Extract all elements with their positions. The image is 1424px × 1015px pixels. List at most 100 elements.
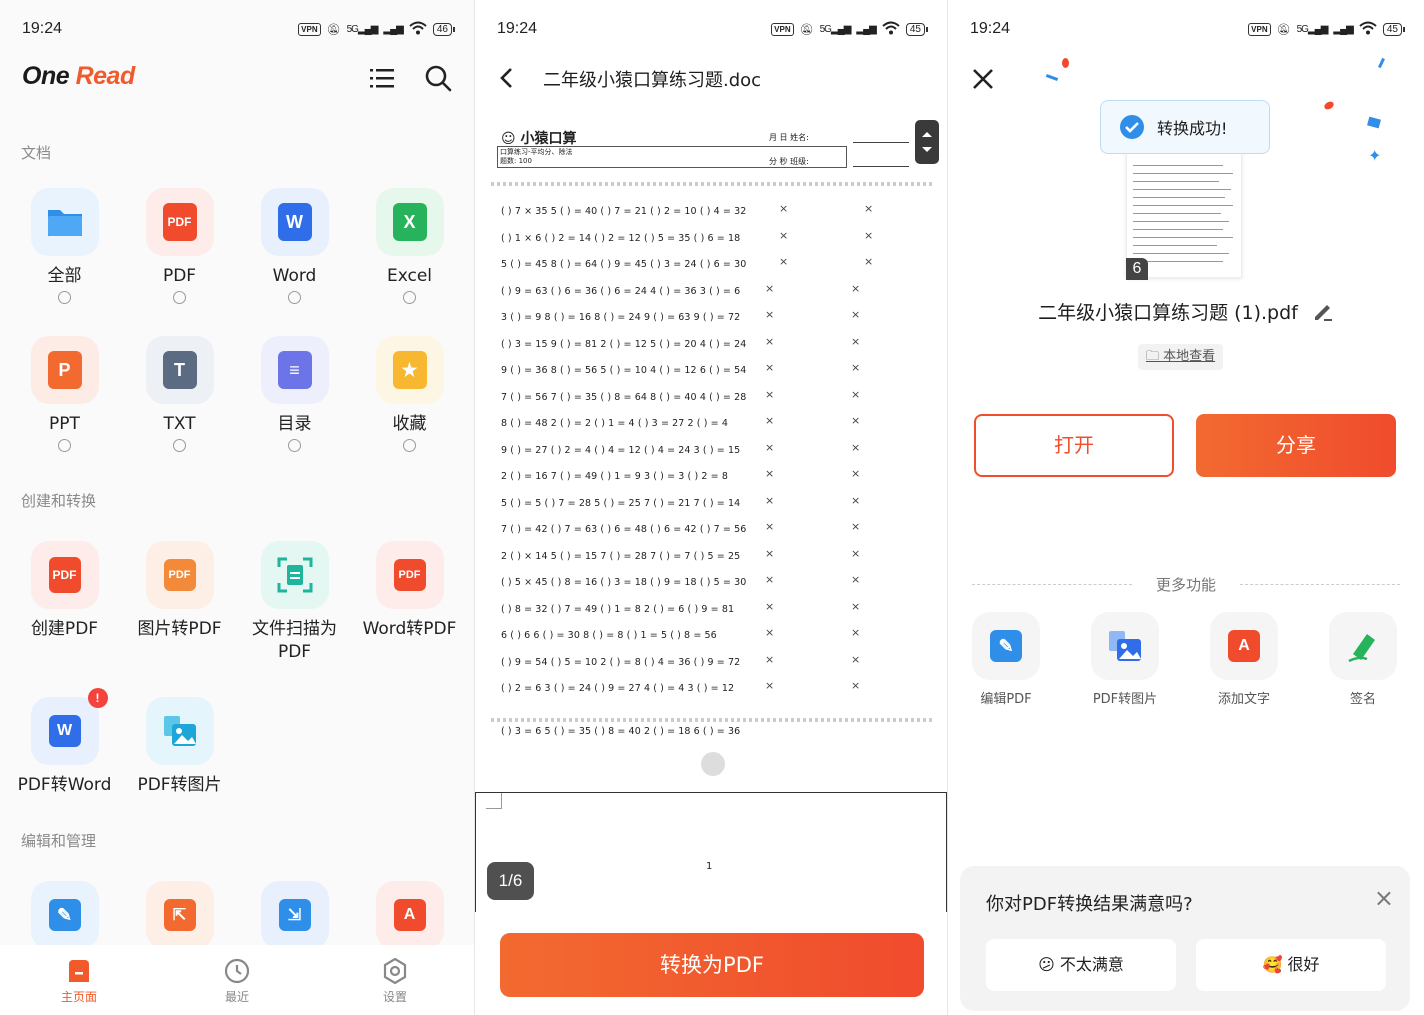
page-scroll-control[interactable] (915, 120, 939, 164)
page-footer-number: 1 (706, 861, 713, 872)
list-view-icon[interactable] (368, 64, 398, 94)
exercise-row: ( ) 2 = 6 3 ( ) = 24 ( ) 9 = 27 4 ( ) = … (501, 683, 735, 694)
tile-scan-to-pdf[interactable]: 文件扫描为PDF (237, 541, 352, 681)
exercise-row: 7 ( ) = 56 7 ( ) = 35 ( ) 8 = 64 8 ( ) =… (501, 391, 747, 403)
share-button[interactable]: 分享 (1196, 414, 1396, 477)
survey-question: 你对PDF转换结果满意吗? (986, 894, 1193, 915)
tile-all[interactable]: 全部 (7, 188, 122, 328)
output-filename: 二年级小猿口算练习题 (1).pdf (948, 298, 1424, 325)
radio-icon[interactable] (173, 291, 186, 304)
radio-icon[interactable] (58, 439, 71, 452)
wrong-mark: × (851, 467, 861, 480)
tile-label: 文件扫描为PDF (252, 619, 337, 662)
home-screen: 19:24 VPN 🔕︎ 5G▂▄▆ ▂▄▆ 46 One Read 文档 全部… (0, 0, 474, 1015)
radio-icon[interactable] (288, 291, 301, 304)
convert-to-pdf-button[interactable]: 转换为PDF (500, 933, 924, 997)
radio-icon[interactable] (173, 439, 186, 452)
exercise-row: ( ) 3 = 15 9 ( ) = 81 2 ( ) = 12 5 ( ) =… (501, 338, 747, 350)
tile-label: Word (272, 266, 317, 286)
survey-option-unsatisfied[interactable]: 😕 不太满意 (986, 939, 1176, 991)
status-time: 19:24 (497, 20, 538, 37)
signal2-icon: ▂▄▆ (383, 24, 403, 35)
radio-icon[interactable] (288, 439, 301, 452)
confetti-piece (1378, 57, 1385, 69)
word-icon: W (260, 188, 329, 256)
wrong-mark: × (765, 334, 775, 348)
class-label: 分 秒 班级: (769, 157, 809, 166)
tile-pdf-to-image[interactable]: PDF转图片 (122, 697, 237, 837)
open-button[interactable]: 打开 (974, 414, 1174, 477)
tile-word-to-pdf[interactable]: PDF Word转PDF (352, 541, 467, 681)
confetti-star: ✦ (1368, 146, 1382, 165)
tile-excel[interactable]: X Excel (352, 188, 467, 328)
nav-settings[interactable]: 设置 (316, 945, 474, 1015)
exercise-row: ( ) 7 × 35 5 ( ) = 40 ( ) 7 = 21 ( ) 2 =… (501, 206, 747, 217)
wrong-mark: × (851, 520, 861, 533)
convert-icon: ⇲ (260, 881, 329, 949)
survey-option-good[interactable]: 🥰 很好 (1196, 939, 1386, 991)
status-time: 19:24 (22, 20, 63, 37)
tile-ppt[interactable]: P PPT (7, 336, 122, 476)
exercise-row: 6 ( ) 6 6 ( ) = 30 8 ( ) = 8 ( ) 1 = 5 (… (501, 630, 717, 641)
tile-label: PDF (162, 266, 197, 286)
feature-add-text[interactable]: A 添加文字 (1204, 612, 1284, 707)
search-icon[interactable] (424, 64, 454, 94)
pdf-to-image-icon (145, 697, 214, 765)
wrong-mark: × (765, 520, 775, 533)
document-page[interactable]: ☺ 小猿口算 口算练习-平均分、除法 题数: 100 月 日 姓名: 分 秒 班… (489, 120, 937, 760)
check-icon (1120, 115, 1144, 139)
tile-favorites[interactable]: ★ 收藏 (352, 336, 467, 476)
feature-pdf-to-image[interactable]: PDF转图片 (1085, 612, 1165, 707)
status-bar: 19:24 VPN 🔕︎ 5G▂▄▆ ▂▄▆ 46 (0, 0, 474, 58)
tile-label: TXT (163, 414, 196, 434)
document-page-2[interactable]: 1 (475, 792, 947, 912)
exercise-row: 3 ( ) = 9 8 ( ) = 16 8 ( ) = 24 9 ( ) = … (501, 312, 741, 323)
folder-icon (30, 188, 99, 256)
wifi-icon (1359, 21, 1377, 38)
wrong-mark: × (765, 626, 775, 639)
tile-word[interactable]: W Word (237, 188, 352, 328)
sheet-title: ☺ 小猿口算 (501, 131, 577, 147)
tile-image-to-pdf[interactable]: PDF 图片转PDF (122, 541, 237, 681)
feature-sign[interactable]: 签名 (1323, 612, 1403, 707)
survey-close-icon[interactable]: × (1374, 884, 1394, 912)
tile-pdf[interactable]: PDF PDF (122, 188, 237, 328)
add-text-icon: A (1210, 612, 1278, 680)
signal-icon: 5G▂▄▆ (1296, 24, 1329, 35)
image-to-pdf-icon: PDF (145, 541, 214, 609)
wrong-mark: × (851, 599, 861, 613)
tile-create-pdf[interactable]: PDF 创建PDF (7, 541, 122, 681)
tile-pdf-to-word[interactable]: W ! PDF转Word (7, 688, 122, 837)
tile-txt[interactable]: T TXT (122, 336, 237, 476)
wrong-mark: × (765, 573, 775, 586)
pen-icon (1329, 612, 1397, 680)
back-icon[interactable] (497, 66, 517, 94)
wrong-mark: × (765, 308, 775, 321)
wrong-mark: × (851, 652, 861, 666)
wrong-mark: × (779, 255, 789, 268)
local-view-link[interactable]: 🗀︎ 本地查看 (1138, 344, 1224, 370)
confetti-piece (1062, 58, 1069, 68)
wrong-mark: × (765, 361, 775, 374)
radio-icon[interactable] (403, 439, 416, 452)
confetti-piece (1322, 99, 1336, 112)
wrong-mark: × (851, 361, 861, 374)
signal2-icon: ▂▄▆ (1333, 24, 1353, 35)
add-text-icon: A (375, 881, 444, 949)
page-indicator: 1/6 (487, 862, 534, 900)
tile-catalog[interactable]: ≡ 目录 (237, 336, 352, 476)
tile-label: 全部 (47, 266, 82, 286)
close-icon[interactable] (970, 66, 996, 96)
feature-edit-pdf[interactable]: ✎ 编辑PDF (966, 612, 1046, 707)
conversion-result: 19:24 VPN 🔕︎ 5G▂▄▆ ▂▄▆ 45 ✦ 6 转换成功! 二年级小… (948, 0, 1424, 1015)
wrong-mark: × (765, 387, 775, 401)
radio-icon[interactable] (58, 291, 71, 304)
satisfaction-survey: 你对PDF转换结果满意吗? × 😕 不太满意 🥰 很好 (960, 866, 1410, 1011)
clock-icon (224, 958, 250, 984)
nav-home[interactable]: 主页面 (0, 945, 158, 1015)
nav-recent[interactable]: 最近 (158, 945, 316, 1015)
bottom-nav: 主页面 最近 设置 (0, 945, 474, 1015)
radio-icon[interactable] (403, 291, 416, 304)
section-docs: 文档 (21, 144, 52, 162)
txt-icon: T (145, 336, 214, 404)
